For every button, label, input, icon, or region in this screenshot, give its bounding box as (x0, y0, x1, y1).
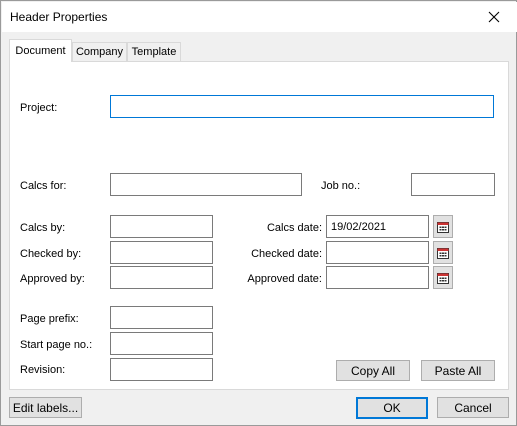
copy-all-button[interactable]: Copy All (336, 360, 410, 381)
checked-by-label: Checked by: (20, 248, 82, 260)
checked-date-picker-button[interactable] (433, 241, 453, 264)
dialog-window: Header Properties Document Company Templ… (0, 0, 517, 426)
calcs-for-label: Calcs for: (20, 180, 67, 192)
calcs-date-picker-button[interactable] (433, 215, 453, 238)
edit-labels-button[interactable]: Edit labels... (9, 397, 82, 418)
tab-company[interactable]: Company (72, 42, 127, 61)
project-input[interactable] (110, 95, 494, 118)
calcs-for-input[interactable] (110, 173, 302, 196)
checked-by-input[interactable] (110, 241, 213, 264)
revision-input[interactable] (110, 358, 213, 381)
calendar-icon (437, 272, 449, 284)
calendar-icon (437, 247, 449, 259)
approved-by-input[interactable] (110, 266, 213, 289)
start-page-no-label: Start page no.: (20, 339, 93, 351)
close-button[interactable] (471, 2, 517, 32)
job-no-input[interactable] (411, 173, 495, 196)
approved-by-label: Approved by: (20, 273, 85, 285)
document-tab-panel: Project: Calcs for: Job no.: Calcs by: C… (9, 61, 509, 390)
approved-date-input[interactable] (326, 266, 429, 289)
tab-template[interactable]: Template (127, 42, 181, 61)
calcs-by-label: Calcs by: (20, 222, 66, 234)
page-prefix-label: Page prefix: (20, 313, 79, 325)
tab-document[interactable]: Document (9, 39, 72, 62)
page-prefix-input[interactable] (110, 306, 213, 329)
start-page-no-input[interactable] (110, 332, 213, 355)
revision-label: Revision: (20, 364, 66, 376)
checked-date-label: Checked date: (251, 248, 322, 260)
calcs-by-input[interactable] (110, 215, 213, 238)
cancel-button[interactable]: Cancel (437, 397, 509, 418)
calcs-date-input[interactable] (326, 215, 429, 238)
project-label: Project: (20, 102, 58, 114)
title-bar: Header Properties (2, 2, 517, 32)
approved-date-picker-button[interactable] (433, 266, 453, 289)
paste-all-button[interactable]: Paste All (421, 360, 495, 381)
window-title: Header Properties (10, 10, 108, 24)
calcs-date-label: Calcs date: (266, 222, 322, 234)
ok-button[interactable]: OK (356, 397, 428, 419)
calendar-icon (437, 221, 449, 233)
close-icon (488, 11, 500, 23)
approved-date-label: Approved date: (247, 273, 322, 285)
checked-date-input[interactable] (326, 241, 429, 264)
job-no-label: Job no.: (321, 180, 361, 192)
